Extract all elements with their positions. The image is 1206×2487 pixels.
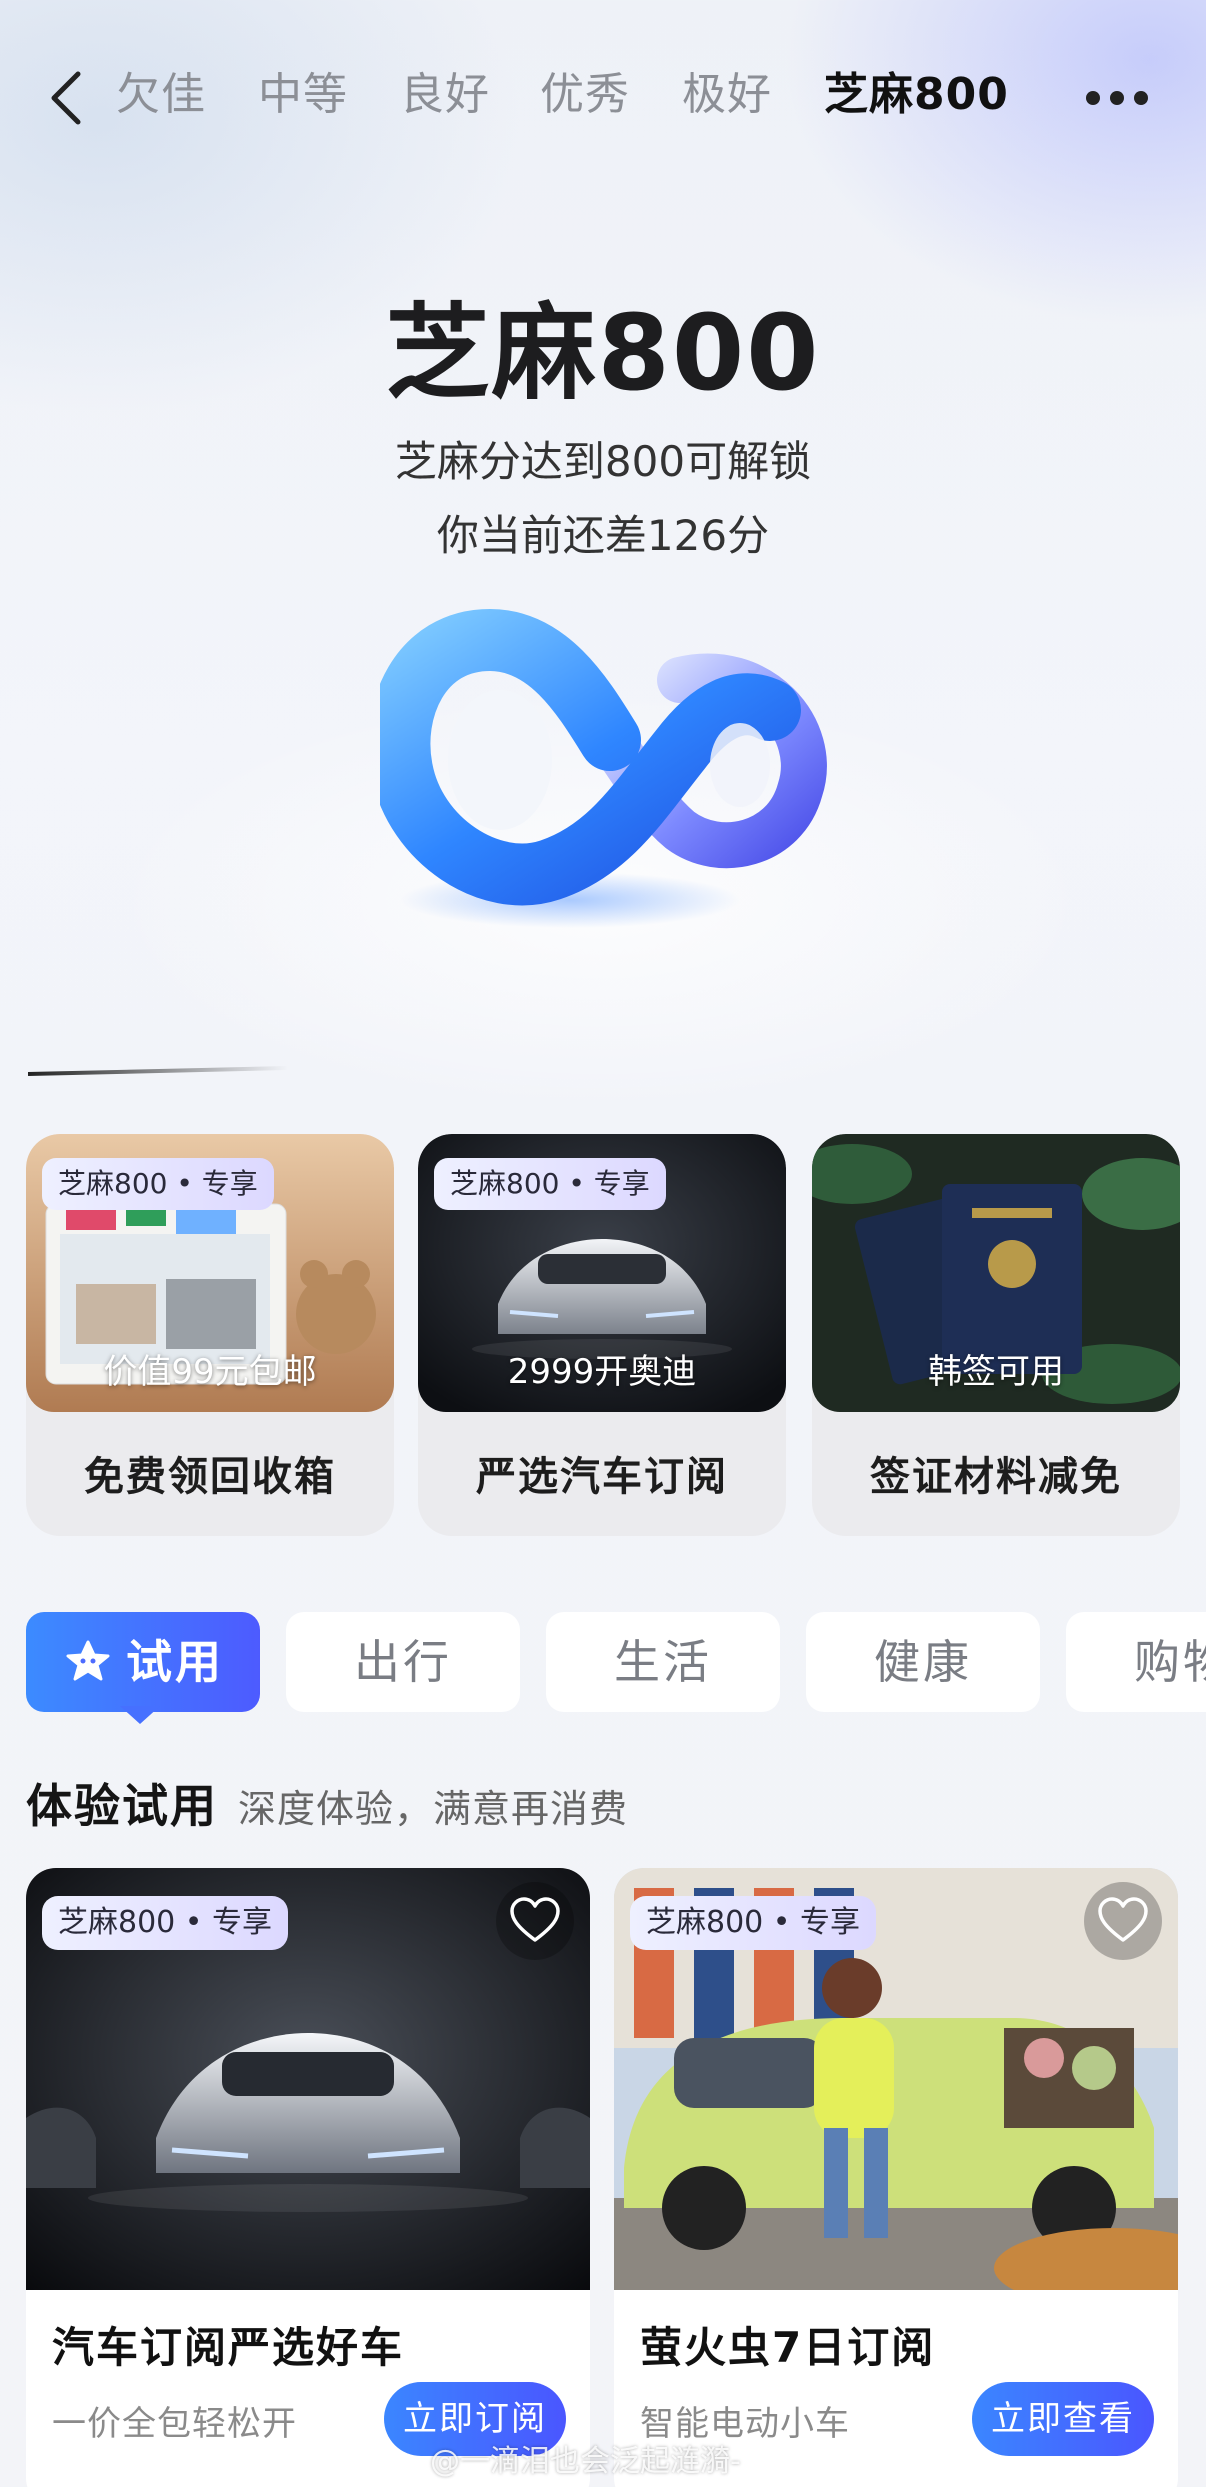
weibo-watermark: @一滴泪也会泛起涟漪- [430,2444,741,2479]
active-tab-pointer [120,1706,160,1724]
heart-icon [510,1897,560,1942]
back-button[interactable] [44,68,88,128]
product-title: 汽车订阅严选好车 [52,2323,405,2372]
benefit-caption: 韩签可用 [928,1352,1064,1392]
category-tab-trial[interactable]: 试用 [26,1612,260,1712]
product-card-firefly[interactable]: 芝麻800 • 专享 萤火虫7日订阅 立即查看 [614,1868,1178,2487]
exclusive-tag: 芝麻800 • 专享 [434,1158,666,1210]
favorite-button[interactable] [1084,1882,1162,1960]
benefit-card-visa[interactable]: 韩签可用 签证材料减免 [812,1134,1180,1536]
favorite-button[interactable] [496,1882,574,1960]
product-card-car-subscription[interactable]: 芝麻800 • 专享 汽车订阅严选好车 立即订阅 [26,1868,590,2487]
exclusive-tag: 芝麻800 • 专享 [42,1896,289,1950]
section-subtitle: 深度体验，满意再消费 [238,1787,629,1831]
more-icon[interactable] [1086,86,1156,110]
level-tab-poor[interactable]: 欠佳 [116,58,206,122]
level-nav-bar: 欠佳 中等 良好 优秀 极好 芝麻800 [0,40,1206,140]
benefit-caption: 2999开奥迪 [507,1352,697,1392]
benefit-title: 严选汽车订阅 [476,1454,728,1500]
exclusive-tag: 芝麻800 • 专享 [42,1158,274,1210]
product-title: 萤火虫7日订阅 [640,2323,936,2372]
category-tab-life[interactable]: 生活 [546,1612,780,1712]
hero-subtitle-gap: 你当前还差126分 [436,511,770,560]
hero-title: 芝麻800 [385,292,821,414]
benefit-caption: 价值99元包邮 [103,1352,317,1392]
benefit-card-recycle-box[interactable]: 芝麻800 • 专享 价值99元包邮 免费领回收箱 [26,1134,394,1536]
category-tab-health[interactable]: 健康 [806,1612,1040,1712]
star-icon [66,1640,110,1680]
benefit-card-car-subscription[interactable]: 芝麻800 • 专享 2999开奥迪 严选汽车订阅 [418,1134,786,1536]
product-description: 一价全包轻松开 [52,2404,297,2444]
section-title: 体验试用 [26,1779,218,1833]
chevron-left-icon [51,71,81,125]
category-tab-travel[interactable]: 出行 [286,1612,520,1712]
benefit-title: 免费领回收箱 [84,1454,336,1500]
level-tab-zhima800[interactable]: 芝麻800 [824,58,1009,122]
level-tab-good[interactable]: 良好 [400,58,490,122]
level-tab-great[interactable]: 极好 [682,58,772,122]
level-tab-medium[interactable]: 中等 [258,58,348,122]
level-tab-excellent[interactable]: 优秀 [540,58,630,122]
exclusive-tag: 芝麻800 • 专享 [630,1896,877,1950]
view-now-button[interactable]: 立即查看 [972,2382,1154,2456]
benefit-title: 签证材料减免 [870,1454,1122,1500]
category-tab-label: 试用 [126,1635,224,1689]
category-tab-shopping[interactable]: 购物 [1066,1612,1206,1712]
infinity-logo-icon [380,608,827,928]
hero-subtitle-unlock: 芝麻分达到800可解锁 [394,437,812,486]
heart-icon [1098,1897,1148,1942]
speed-lines-decoration [28,1036,408,1076]
